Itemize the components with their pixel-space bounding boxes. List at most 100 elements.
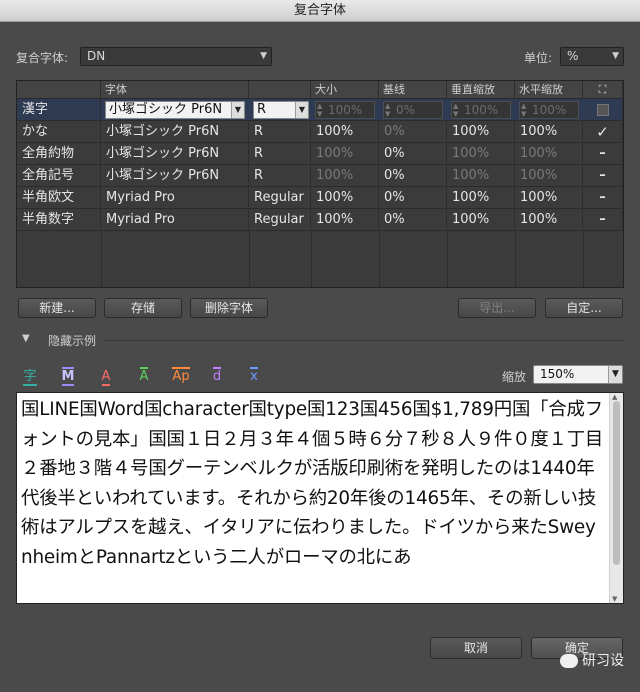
style-cell[interactable]: R [249, 165, 311, 187]
size-cell[interactable]: 100% [311, 165, 379, 187]
scale-toggle-icon[interactable]: ⛶ [583, 81, 623, 99]
size-cell[interactable]: 100% [311, 187, 379, 209]
baseline-cell[interactable]: 0% [379, 143, 447, 165]
hide-sample-toggle[interactable]: 隐藏示例 [48, 332, 96, 349]
delete-font-button[interactable]: 删除字体 [190, 298, 268, 318]
dash-icon[interactable]: – [583, 143, 623, 165]
font-cell[interactable]: 小塚ゴシック Pr6N [101, 121, 249, 143]
scroll-down-icon[interactable]: ▼ [612, 595, 617, 603]
ideographic-box-icon[interactable]: 字 [18, 369, 42, 386]
vscale-cell[interactable]: 100% [447, 165, 515, 187]
col-header-vscale: 垂直缩放 [447, 81, 515, 99]
cancel-button[interactable]: 取消 [430, 637, 522, 659]
collapse-triangle-icon[interactable]: ▼ [22, 333, 30, 344]
stepper-arrows-icon: ▲ ▼ [453, 102, 459, 118]
font-cell[interactable]: 小塚ゴシック Pr6N [101, 143, 249, 165]
chevron-down-icon: ▼ [260, 51, 267, 61]
table-row[interactable]: 全角記号 小塚ゴシック Pr6N R 100% 0% 100% 100% – [17, 165, 623, 187]
sample-preview[interactable]: 国LINE国Word国character国type国123国456国$1,789… [16, 392, 624, 604]
baseline-cell[interactable]: 0% [379, 209, 447, 231]
cap-height-icon[interactable]: A [132, 367, 156, 385]
font-value: 小塚ゴシック Pr6N [109, 102, 223, 117]
descender-icon[interactable]: d [206, 367, 228, 385]
hscale-cell[interactable]: 100% [515, 165, 583, 187]
table-row[interactable]: 漢字 小塚ゴシック Pr6N ▼ R ▼ ▲ ▼ 100% ▲ ▼ 0% ▲ ▼ 10… [17, 99, 623, 121]
scale-checkbox[interactable] [583, 99, 623, 121]
style-cell[interactable]: R [249, 143, 311, 165]
vscale-stepper[interactable]: ▲ ▼ 100% [451, 101, 511, 119]
size-cell[interactable]: 100% [311, 121, 379, 143]
preview-scrollbar[interactable]: ▲ ▼ [609, 393, 623, 603]
baseline-cell[interactable]: 0% [379, 121, 447, 143]
save-button[interactable]: 存储 [104, 298, 182, 318]
scroll-up-icon[interactable]: ▲ [612, 393, 617, 401]
dash-icon[interactable]: – [583, 209, 623, 231]
baseline-stepper[interactable]: ▲ ▼ 0% [383, 101, 443, 119]
composite-font-select[interactable]: DN ▼ [80, 47, 272, 66]
dash-icon[interactable]: – [583, 187, 623, 209]
row-name: かな [17, 121, 101, 143]
stepper-arrows-icon: ▲ ▼ [521, 102, 527, 118]
table-row[interactable]: かな 小塚ゴシック Pr6N R 100% 0% 100% 100% ✓ [17, 121, 623, 143]
hscale-stepper[interactable]: ▲ ▼ 100% [519, 101, 579, 119]
style-value: R [257, 102, 267, 117]
row-name: 半角数字 [17, 209, 101, 231]
em-box-icon[interactable]: M [56, 367, 80, 386]
baseline-icon[interactable]: A [94, 369, 118, 386]
vscale-cell[interactable]: 100% [447, 209, 515, 231]
style-cell[interactable]: Regular [249, 187, 311, 209]
col-header-hscale: 水平缩放 [515, 81, 583, 99]
font-cell[interactable]: Myriad Pro [101, 187, 249, 209]
col-header-blank [17, 81, 101, 99]
row-name: 漢字 [17, 99, 101, 121]
zoom-select[interactable]: 150% ▼ [533, 365, 623, 384]
divider [104, 340, 624, 341]
hscale-cell[interactable]: 100% [515, 187, 583, 209]
chevron-down-icon: ▼ [612, 51, 619, 61]
style-cell[interactable]: Regular [249, 209, 311, 231]
units-label: 单位: [524, 51, 553, 65]
baseline-cell[interactable]: 0% [379, 187, 447, 209]
row-name: 半角欧文 [17, 187, 101, 209]
style-cell[interactable]: R [249, 121, 311, 143]
font-cell[interactable]: Myriad Pro [101, 209, 249, 231]
units-select[interactable]: % ▼ [560, 47, 624, 66]
export-button[interactable]: 导出... [458, 298, 536, 318]
font-dropdown[interactable]: 小塚ゴシック Pr6N ▼ [105, 101, 245, 119]
ascender-icon[interactable]: Ap [168, 367, 194, 385]
hscale-cell[interactable]: 100% [515, 121, 583, 143]
watermark: 研习设 [560, 650, 624, 670]
hscale-cell[interactable]: 100% [515, 209, 583, 231]
stepper-arrows-icon: ▲ ▼ [385, 102, 391, 118]
vscale-value: 100% [464, 103, 499, 117]
stepper-arrows-icon: ▲ ▼ [317, 102, 323, 118]
baseline-value: 0% [396, 103, 416, 117]
vscale-cell[interactable]: 100% [447, 121, 515, 143]
dash-icon[interactable]: – [583, 165, 623, 187]
size-value: 100% [328, 103, 363, 117]
new-button[interactable]: 新建... [18, 298, 96, 318]
col-header-font: 字体 [101, 81, 249, 99]
hscale-value: 100% [532, 103, 567, 117]
size-cell[interactable]: 100% [311, 209, 379, 231]
units-value: % [567, 49, 579, 63]
x-height-icon[interactable]: x [242, 367, 266, 385]
chevron-down-icon: ▼ [608, 366, 622, 383]
size-stepper[interactable]: ▲ ▼ 100% [315, 101, 375, 119]
table-row[interactable]: 半角数字 Myriad Pro Regular 100% 0% 100% 100… [17, 209, 623, 231]
scroll-thumb[interactable] [613, 401, 620, 565]
vscale-cell[interactable]: 100% [447, 187, 515, 209]
zoom-value: 150% [540, 367, 575, 381]
style-dropdown[interactable]: R ▼ [253, 101, 309, 119]
font-cell[interactable]: 小塚ゴシック Pr6N [101, 165, 249, 187]
vscale-cell[interactable]: 100% [447, 143, 515, 165]
table-row[interactable]: 半角欧文 Myriad Pro Regular 100% 0% 100% 100… [17, 187, 623, 209]
hscale-cell[interactable]: 100% [515, 143, 583, 165]
window-title: 复合字体 [0, 0, 640, 22]
size-cell[interactable]: 100% [311, 143, 379, 165]
custom-button[interactable]: 自定... [545, 298, 623, 318]
col-header-size: 大小 [311, 81, 379, 99]
baseline-cell[interactable]: 0% [379, 165, 447, 187]
check-icon[interactable]: ✓ [583, 121, 623, 143]
table-row[interactable]: 全角約物 小塚ゴシック Pr6N R 100% 0% 100% 100% – [17, 143, 623, 165]
